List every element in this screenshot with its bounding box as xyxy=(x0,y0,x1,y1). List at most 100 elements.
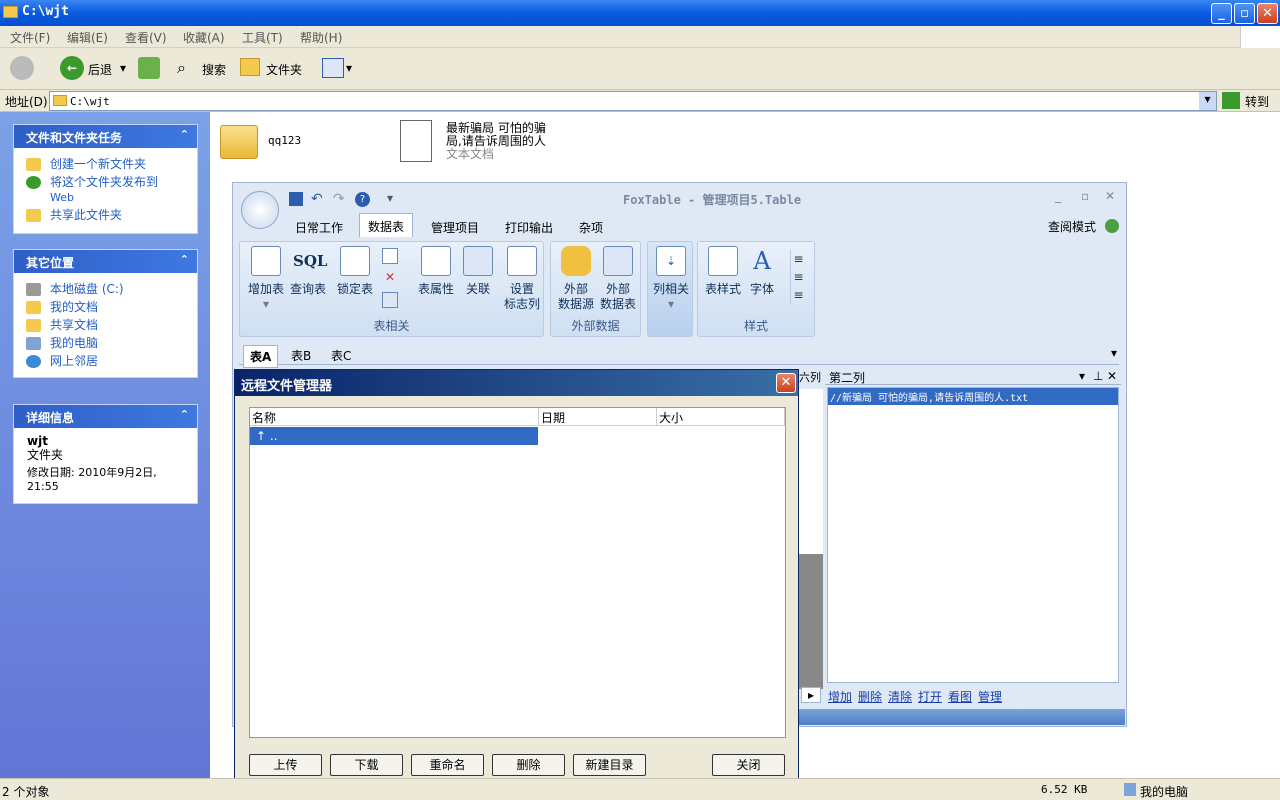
column-header-name[interactable]: 名称 xyxy=(250,408,539,426)
menu-tools[interactable]: 工具(T) xyxy=(242,29,283,46)
column-header-size[interactable]: 大小 xyxy=(657,408,785,426)
rename-button[interactable]: 重命名 xyxy=(411,754,484,776)
link-open[interactable]: 打开 xyxy=(918,688,942,705)
forward-arrow-icon[interactable] xyxy=(10,56,34,80)
new-directory-button[interactable]: 新建目录 xyxy=(573,754,646,776)
views-dropdown-icon[interactable]: ▾ xyxy=(346,61,352,75)
relation-button[interactable]: 关联 xyxy=(460,246,496,297)
menu-help[interactable]: 帮助(H) xyxy=(300,29,342,46)
download-button[interactable]: 下载 xyxy=(330,754,403,776)
qat-dropdown-icon[interactable]: ▾ xyxy=(387,191,393,205)
address-input[interactable]: C:\wjt ▾ xyxy=(49,91,1217,111)
go-button[interactable]: 转到 xyxy=(1245,93,1269,110)
font-button[interactable]: A 字体 xyxy=(744,246,780,297)
grid-scroll-area[interactable] xyxy=(799,389,823,689)
file-row-parent[interactable]: ↑ .. xyxy=(250,427,538,445)
set-flag-column-button[interactable]: 设置 标志列 xyxy=(502,246,542,312)
link-expand-icon[interactable]: ▸ xyxy=(801,687,821,703)
column-related-button[interactable]: ⇣ 列相关 ▾ xyxy=(650,246,692,312)
collapse-icon[interactable]: ⌃ xyxy=(180,128,189,141)
column-header-date[interactable]: 日期 xyxy=(539,408,657,426)
table-properties-button[interactable]: 表属性 xyxy=(416,246,456,297)
align-icons[interactable]: ≡ ≡ ≡ xyxy=(790,250,806,304)
menu-view[interactable]: 查看(V) xyxy=(125,29,167,46)
link-view-image[interactable]: 看图 xyxy=(948,688,972,705)
minimize-button[interactable]: _ xyxy=(1211,3,1232,24)
fox-close-icon[interactable]: ✕ xyxy=(1105,189,1115,203)
remote-file-list[interactable]: 名称 日期 大小 ↑ .. xyxy=(249,407,786,738)
collapse-icon[interactable]: ⌃ xyxy=(180,408,189,421)
search-button[interactable]: 搜索 xyxy=(202,61,226,78)
sheet-list-dropdown-icon[interactable]: ▾ xyxy=(1111,346,1117,360)
up-folder-icon[interactable] xyxy=(138,57,160,79)
views-icon[interactable] xyxy=(322,58,344,78)
sheet-tab-c[interactable]: 表C xyxy=(331,347,351,364)
link-delete[interactable]: 删除 xyxy=(858,688,882,705)
help-icon[interactable]: ? xyxy=(355,192,370,207)
lock-table-button[interactable]: 锁定表 xyxy=(334,246,376,297)
redo-icon[interactable]: ↷ xyxy=(333,191,345,207)
tab-daily-work[interactable]: 日常工作 xyxy=(295,215,343,237)
search-icon[interactable]: ⌕ xyxy=(177,58,186,78)
side-panel-dropdown-icon[interactable]: ▾ xyxy=(1079,369,1085,383)
other-places-header[interactable]: 其它位置 ⌃ xyxy=(14,250,197,273)
place-my-computer[interactable]: 我的电脑 xyxy=(14,336,197,351)
file-tasks-header[interactable]: 文件和文件夹任务 ⌃ xyxy=(14,125,197,148)
share-folder-task[interactable]: 共享此文件夹 xyxy=(14,208,197,223)
menu-edit[interactable]: 编辑(E) xyxy=(67,29,108,46)
fox-minimize-icon[interactable]: _ xyxy=(1055,189,1061,203)
back-button[interactable]: 后退 xyxy=(88,61,112,78)
external-source-button[interactable]: 外部 数据源 xyxy=(555,246,597,312)
delete-table-icon[interactable]: ✕ xyxy=(382,270,398,286)
add-table-button[interactable]: 增加表 ▾ xyxy=(244,246,288,312)
save-icon[interactable] xyxy=(289,192,303,206)
file-qq123-name[interactable]: qq123 xyxy=(268,134,301,147)
tab-misc[interactable]: 杂项 xyxy=(579,215,603,237)
close-dialog-button[interactable]: 关闭 xyxy=(712,754,785,776)
collapse-icon[interactable]: ⌃ xyxy=(180,253,189,266)
office-orb-icon[interactable] xyxy=(241,191,279,229)
folders-icon[interactable] xyxy=(240,58,260,76)
delete-button[interactable]: 删除 xyxy=(492,754,565,776)
side-panel-close-icon[interactable]: ✕ xyxy=(1107,369,1117,383)
undo-icon[interactable]: ↶ xyxy=(311,191,323,207)
address-dropdown-icon[interactable]: ▾ xyxy=(1199,92,1216,110)
sheet-tab-b[interactable]: 表B xyxy=(291,347,311,364)
link-add[interactable]: 增加 xyxy=(828,688,852,705)
fox-maximize-icon[interactable]: ▫ xyxy=(1081,189,1089,203)
folder-icon[interactable] xyxy=(220,125,258,159)
rename-table-icon[interactable] xyxy=(382,248,398,264)
dialog-close-icon[interactable]: ✕ xyxy=(776,373,796,393)
place-local-disk[interactable]: 本地磁盘 (C:) xyxy=(14,282,197,297)
external-table-button[interactable]: 外部 数据表 xyxy=(597,246,639,312)
side-panel-item[interactable]: //新骗局 可怕的骗局,请告诉周围的人.txt xyxy=(828,388,1118,405)
tab-manage-project[interactable]: 管理项目 xyxy=(431,215,479,237)
tab-print-output[interactable]: 打印输出 xyxy=(505,215,553,237)
maximize-button[interactable]: ▫ xyxy=(1234,3,1255,24)
text-document-icon[interactable] xyxy=(400,120,432,162)
menu-file[interactable]: 文件(F) xyxy=(10,29,50,46)
back-dropdown-icon[interactable]: ▾ xyxy=(120,61,126,75)
back-arrow-icon[interactable]: ← xyxy=(60,56,84,80)
new-folder-task[interactable]: 创建一个新文件夹 xyxy=(14,157,197,172)
table-options-icon[interactable] xyxy=(382,292,398,308)
view-mode-button[interactable]: 查阅模式 xyxy=(1048,218,1096,235)
place-my-documents[interactable]: 我的文档 xyxy=(14,300,197,315)
tab-data-table[interactable]: 数据表 xyxy=(359,213,414,237)
upload-button[interactable]: 上传 xyxy=(249,754,322,776)
go-arrow-icon[interactable] xyxy=(1222,92,1240,109)
pin-icon[interactable]: ⊥ xyxy=(1093,369,1103,383)
folders-button[interactable]: 文件夹 xyxy=(266,61,302,78)
place-shared-documents[interactable]: 共享文档 xyxy=(14,318,197,333)
query-table-button[interactable]: SQL 查询表 xyxy=(288,246,328,297)
side-panel-list[interactable]: //新骗局 可怕的骗局,请告诉周围的人.txt xyxy=(827,387,1119,683)
close-button[interactable]: ✕ xyxy=(1257,3,1278,24)
link-manage[interactable]: 管理 xyxy=(978,688,1002,705)
link-clear[interactable]: 清除 xyxy=(888,688,912,705)
sheet-tab-a[interactable]: 表A xyxy=(243,345,279,368)
place-network[interactable]: 网上邻居 xyxy=(14,354,197,369)
dialog-titlebar[interactable]: 远程文件管理器 ✕ xyxy=(235,370,798,396)
window-titlebar[interactable]: C:\wjt _ ▫ ✕ xyxy=(0,0,1280,26)
details-header[interactable]: 详细信息 ⌃ xyxy=(14,405,197,428)
table-style-button[interactable]: 表样式 xyxy=(702,246,744,297)
